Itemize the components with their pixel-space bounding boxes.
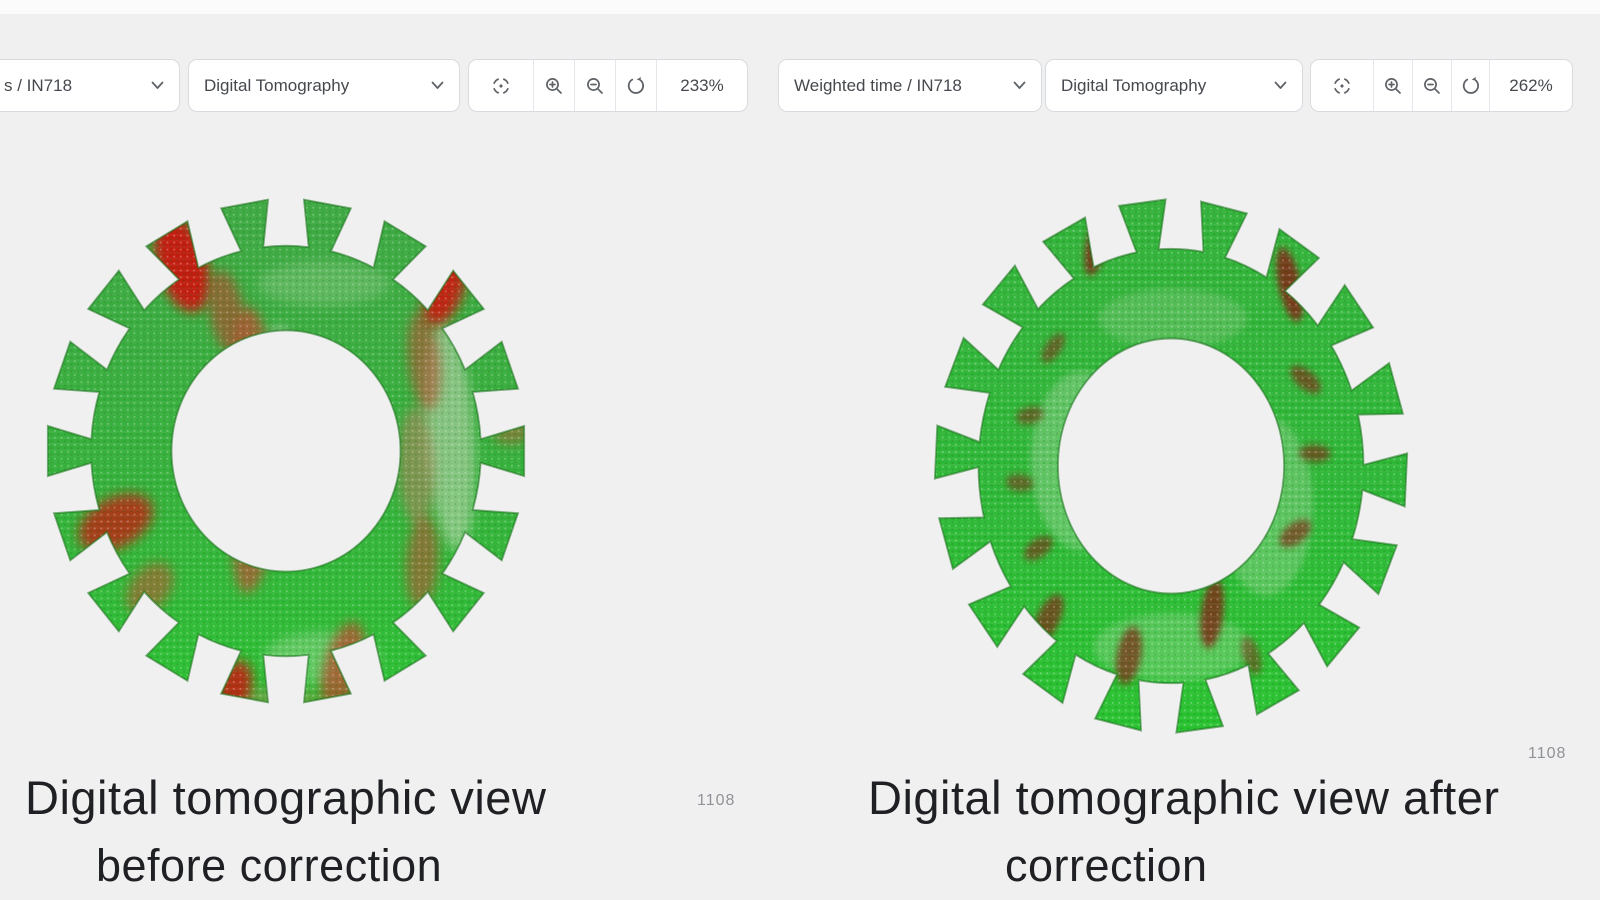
rotate-reset-icon xyxy=(1460,75,1482,97)
fit-view-button[interactable] xyxy=(469,60,533,111)
zoom-in-icon xyxy=(1382,75,1404,97)
zoom-in-button[interactable] xyxy=(1373,60,1412,111)
chevron-down-icon xyxy=(1274,81,1287,90)
zoom-out-icon xyxy=(584,75,606,97)
caption-after-line1: Digital tomographic view after xyxy=(868,770,1500,825)
view-dropdown-label: Digital Tomography xyxy=(204,76,349,96)
caption-after-line2: correction xyxy=(1005,840,1208,892)
zoom-level-value: 233% xyxy=(680,76,723,96)
material-dropdown-after[interactable]: Weighted time / IN718 xyxy=(778,59,1042,112)
top-strip xyxy=(0,0,1600,14)
zoom-in-icon xyxy=(543,75,565,97)
zoom-level: 262% xyxy=(1489,60,1572,111)
part-id-annotation: 1108 xyxy=(697,792,735,810)
zoom-in-button[interactable] xyxy=(533,60,574,111)
material-dropdown-label: s / IN718 xyxy=(4,76,72,96)
view-dropdown-before[interactable]: Digital Tomography xyxy=(188,59,460,112)
zoom-out-icon xyxy=(1421,75,1443,97)
fit-view-button[interactable] xyxy=(1311,60,1373,111)
chevron-down-icon xyxy=(151,81,164,90)
tomography-viewport-after[interactable] xyxy=(928,192,1414,740)
zoom-level: 233% xyxy=(656,60,747,111)
caption-before-line1: Digital tomographic view xyxy=(25,770,546,825)
part-id-annotation: 1108 xyxy=(1528,745,1566,763)
chevron-down-icon xyxy=(1013,81,1026,90)
view-dropdown-after[interactable]: Digital Tomography xyxy=(1045,59,1303,112)
material-dropdown-label: Weighted time / IN718 xyxy=(794,76,962,96)
zoom-toolbar-after: 262% xyxy=(1310,59,1573,112)
view-dropdown-label: Digital Tomography xyxy=(1061,76,1206,96)
caption-before-line2: before correction xyxy=(96,840,442,892)
tomography-viewport-before[interactable] xyxy=(40,192,532,710)
zoom-toolbar-before: 233% xyxy=(468,59,748,112)
fit-view-icon xyxy=(489,74,513,98)
app-window: s / IN718 Digital Tomography xyxy=(0,0,1600,900)
material-dropdown-before[interactable]: s / IN718 xyxy=(0,59,180,112)
fit-view-icon xyxy=(1330,74,1354,98)
zoom-out-button[interactable] xyxy=(574,60,615,111)
chevron-down-icon xyxy=(431,81,444,90)
zoom-level-value: 262% xyxy=(1509,76,1552,96)
reset-view-button[interactable] xyxy=(615,60,656,111)
reset-view-button[interactable] xyxy=(1451,60,1489,111)
zoom-out-button[interactable] xyxy=(1412,60,1451,111)
rotate-reset-icon xyxy=(625,75,647,97)
